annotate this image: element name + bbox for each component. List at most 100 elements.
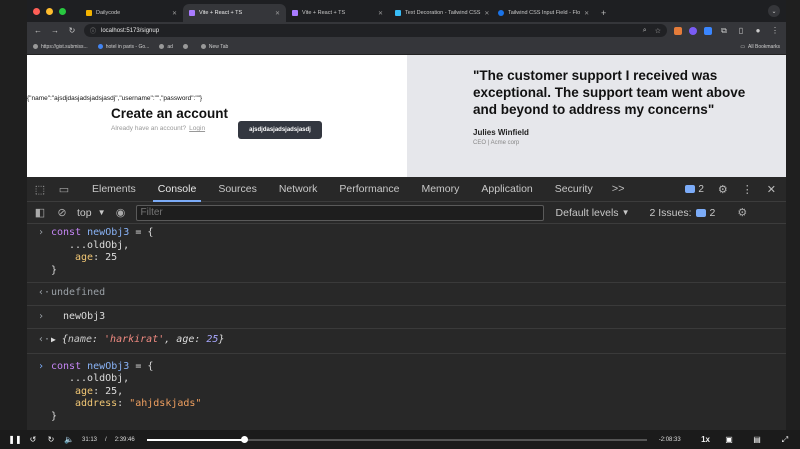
tab-close-icon[interactable]: ✕ <box>584 10 589 17</box>
bookmark-item[interactable]: New Tab <box>200 44 228 50</box>
device-toolbar-icon[interactable]: ▭ <box>57 182 71 196</box>
code-property: age <box>75 252 94 263</box>
tab-sources[interactable]: Sources <box>207 177 268 202</box>
captions-icon[interactable]: ▤ <box>748 435 766 444</box>
code-number: 25, <box>105 385 124 397</box>
bookmark-item[interactable]: https://gist.submiss... <box>33 44 88 50</box>
globe-icon <box>159 44 165 49</box>
pause-icon[interactable]: ❚❚ <box>6 435 24 444</box>
signup-panel: {"name":"ajsdjdasjadsjadsjasdj","usernam… <box>27 55 407 177</box>
object-number-value: 25 <box>206 334 219 345</box>
globe-icon <box>200 44 206 49</box>
tab-close-icon[interactable]: ✕ <box>378 10 383 17</box>
close-window-button[interactable] <box>33 7 40 15</box>
console-prompt-editor[interactable]: › const newObj3 = { ...oldObj, age: 25, … <box>27 354 786 424</box>
extension-icon[interactable] <box>674 26 682 35</box>
code-text: ...oldObj, <box>69 239 130 251</box>
tab-close-icon[interactable]: ✕ <box>172 10 177 17</box>
reload-icon[interactable]: ↻ <box>67 26 77 35</box>
tab-memory[interactable]: Memory <box>410 177 470 202</box>
forward-icon[interactable]: ↻ <box>42 435 60 444</box>
messages-count: 2 <box>698 183 704 195</box>
fullscreen-icon[interactable]: ⤢ <box>776 435 794 445</box>
more-options-icon[interactable]: ⋮ <box>742 183 753 196</box>
tab-application[interactable]: Application <box>470 177 543 202</box>
bookmark-label: ad <box>167 43 173 50</box>
filter-input[interactable] <box>135 204 544 221</box>
browser-toolbar: ← → ↻ ⓘ localhost:5173/signup ⌕ ☆ ⧉ ▯ ● … <box>27 22 786 39</box>
picture-in-picture-icon[interactable]: ▣ <box>720 435 738 444</box>
tab-console[interactable]: Console <box>147 177 208 202</box>
browser-tab-1[interactable]: Vite + React + TS ✕ <box>183 4 286 22</box>
context-selector[interactable]: top ▼ <box>77 207 106 219</box>
page-viewport: {"name":"ajsdjdasjadsjadsjasdj","usernam… <box>27 55 786 177</box>
extension-icon[interactable] <box>689 26 697 35</box>
console-settings-gear-icon[interactable]: ⚙ <box>735 206 749 220</box>
tab-security[interactable]: Security <box>544 177 604 202</box>
bookmark-item[interactable] <box>182 44 191 49</box>
input-prompt-icon: › <box>38 310 45 322</box>
profile-avatar-icon[interactable]: ● <box>753 26 763 35</box>
console-result-entry[interactable]: ‹· ▶ {name: 'harkirat', age: 25} <box>27 329 786 354</box>
new-tab-button[interactable]: + <box>595 4 612 22</box>
playback-speed-button[interactable]: 1x <box>701 435 710 444</box>
login-link[interactable]: Login <box>189 125 205 132</box>
search-icon[interactable]: ⌕ <box>643 27 647 35</box>
expand-triangle-icon[interactable]: ▶ <box>51 335 56 344</box>
code-text: } <box>51 410 58 422</box>
close-devtools-icon[interactable]: ✕ <box>767 183 776 196</box>
volume-icon[interactable]: 🔈 <box>60 435 78 444</box>
input-prompt-icon: › <box>38 227 45 238</box>
progress-bar[interactable] <box>146 435 647 443</box>
back-arrow-icon[interactable]: ← <box>33 26 43 35</box>
browser-menu-icon[interactable]: ⋮ <box>770 26 780 35</box>
rewind-icon[interactable]: ↺ <box>24 435 42 444</box>
site-info-icon[interactable]: ⓘ <box>90 26 96 35</box>
sidebar-toggle-icon[interactable]: ◧ <box>33 206 47 220</box>
tab-network[interactable]: Network <box>268 177 329 202</box>
browser-tab-2[interactable]: Vite + React + TS ✕ <box>286 4 389 22</box>
settings-gear-icon[interactable]: ⚙ <box>718 183 728 196</box>
browser-tab-4[interactable]: Tailwind CSS Input Field - Flo ✕ <box>492 4 595 22</box>
forward-arrow-icon[interactable]: → <box>50 26 60 35</box>
tab-performance[interactable]: Performance <box>328 177 410 202</box>
browser-tab-0[interactable]: Dailycode ✕ <box>80 4 183 22</box>
bookmark-item[interactable]: hotel in paris - Go... <box>97 44 149 50</box>
bookmarks-bar: https://gist.submiss... hotel in paris -… <box>27 39 786 55</box>
log-levels-dropdown[interactable]: Default levels ▼ <box>556 207 630 219</box>
extensions-puzzle-icon[interactable]: ⧉ <box>719 26 729 36</box>
live-expression-eye-icon[interactable]: ◉ <box>114 206 128 220</box>
tab-label: Dailycode <box>96 10 121 16</box>
tab-close-icon[interactable]: ✕ <box>275 10 280 17</box>
maximize-window-button[interactable] <box>59 7 66 15</box>
code-text: ...oldObj, <box>69 373 130 384</box>
devtools-actions: 2 ⚙ ⋮ ✕ <box>685 183 786 196</box>
tab-close-icon[interactable]: ✕ <box>484 10 489 17</box>
code-text: } <box>51 264 58 276</box>
issues-button[interactable]: 2 Issues: 2 <box>649 207 715 219</box>
side-panel-icon[interactable]: ▯ <box>736 26 746 35</box>
progress-knob[interactable] <box>241 435 249 443</box>
url-text: localhost:5173/signup <box>101 27 160 34</box>
inspect-element-icon[interactable]: ⬚ <box>33 182 47 196</box>
tab-elements[interactable]: Elements <box>81 177 147 202</box>
clear-console-icon[interactable]: ⊘ <box>55 206 69 220</box>
issue-icon <box>695 208 706 217</box>
tab-favicon-icon <box>498 10 504 16</box>
console-input-entry: › newObj3 <box>27 306 786 329</box>
bookmark-star-icon[interactable]: ☆ <box>655 27 661 35</box>
code-number: 25 <box>105 252 118 263</box>
code-line: address: "ahjdskjads" <box>75 398 202 409</box>
address-bar[interactable]: ⓘ localhost:5173/signup ⌕ ☆ <box>84 24 667 37</box>
all-bookmarks-button[interactable]: ▭ All Bookmarks <box>740 44 780 50</box>
messages-badge[interactable]: 2 <box>685 184 704 195</box>
more-tabs-button[interactable]: >> <box>604 183 633 195</box>
extension-icon[interactable] <box>704 26 712 35</box>
testimonial-author: Julies Winfield <box>473 128 529 137</box>
tab-search-button[interactable]: ⌄ <box>768 5 780 17</box>
browser-tab-3[interactable]: Text Decoration - Tailwind CSS ✕ <box>389 4 492 22</box>
time-separator: / <box>105 436 107 443</box>
tab-label: Vite + React + TS <box>302 10 346 16</box>
bookmark-item[interactable]: ad <box>159 44 173 50</box>
minimize-window-button[interactable] <box>46 7 53 15</box>
